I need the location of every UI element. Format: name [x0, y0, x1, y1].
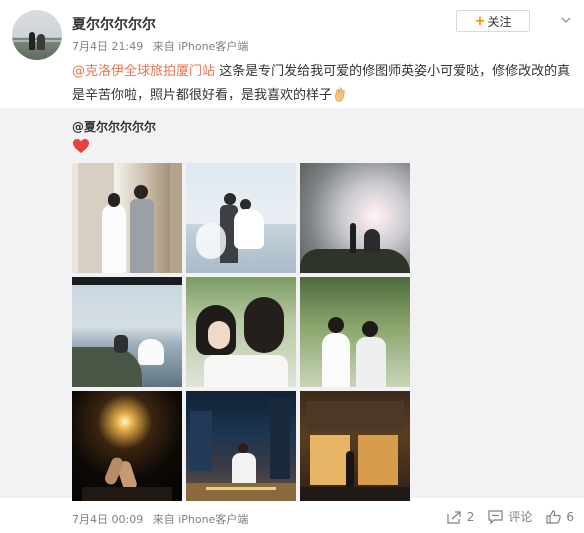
- repost-time[interactable]: 7月4日 00:09: [72, 513, 143, 526]
- like-count: 6: [566, 509, 574, 524]
- action-bar: 2 评论 6: [447, 508, 574, 525]
- chevron-down-icon[interactable]: [560, 14, 572, 26]
- photo-thumbnail[interactable]: [186, 391, 296, 501]
- photo-thumbnail[interactable]: [186, 277, 296, 387]
- photo-thumbnail[interactable]: [72, 391, 182, 501]
- repost-button[interactable]: 2: [447, 509, 475, 524]
- comment-label: 评论: [508, 510, 533, 524]
- avatar[interactable]: [12, 10, 62, 60]
- repost-count: 2: [466, 509, 475, 524]
- photo-thumbnail[interactable]: [72, 163, 182, 273]
- ok-hand-emoji: [335, 87, 345, 102]
- photo-thumbnail[interactable]: [300, 163, 410, 273]
- mention-link[interactable]: @克洛伊全球旅拍厦门站: [72, 64, 215, 79]
- follow-button[interactable]: + 关注: [456, 10, 530, 32]
- comment-icon: [488, 509, 503, 524]
- comment-button[interactable]: 评论: [488, 508, 532, 525]
- post-time[interactable]: 7月4日 21:49: [72, 40, 143, 53]
- post-meta: 7月4日 21:49 来自 iPhone客户端: [72, 38, 254, 54]
- thumbs-up-icon: [546, 509, 562, 524]
- post-text: @克洛伊全球旅拍厦门站 这条是专门发给我可爱的修图师英姿小可爱哒，修修改改的真是…: [72, 60, 572, 108]
- weibo-post-card: 夏尔尔尔尔尔 7月4日 21:49 来自 iPhone客户端 + 关注 @克洛伊…: [0, 0, 584, 533]
- photo-thumbnail[interactable]: [186, 163, 296, 273]
- photo-thumbnail[interactable]: [300, 277, 410, 387]
- follow-label: 关注: [487, 14, 512, 29]
- repost-block: @夏尔尔尔尔尔: [0, 108, 584, 501]
- share-icon: [447, 510, 461, 524]
- photo-thumbnail[interactable]: [72, 277, 182, 387]
- like-button[interactable]: 6: [546, 510, 574, 524]
- post-source: 来自 iPhone客户端: [152, 40, 249, 53]
- photo-thumbnail[interactable]: [300, 391, 410, 501]
- repost-meta: 7月4日 00:09 来自 iPhone客户端: [72, 511, 254, 527]
- post-author[interactable]: 夏尔尔尔尔尔: [72, 14, 156, 34]
- repost-author[interactable]: @夏尔尔尔尔尔: [72, 118, 156, 135]
- repost-source: 来自 iPhone客户端: [152, 513, 249, 526]
- red-heart-icon: [73, 139, 89, 153]
- plus-icon: +: [474, 13, 486, 29]
- photo-grid: [72, 163, 410, 501]
